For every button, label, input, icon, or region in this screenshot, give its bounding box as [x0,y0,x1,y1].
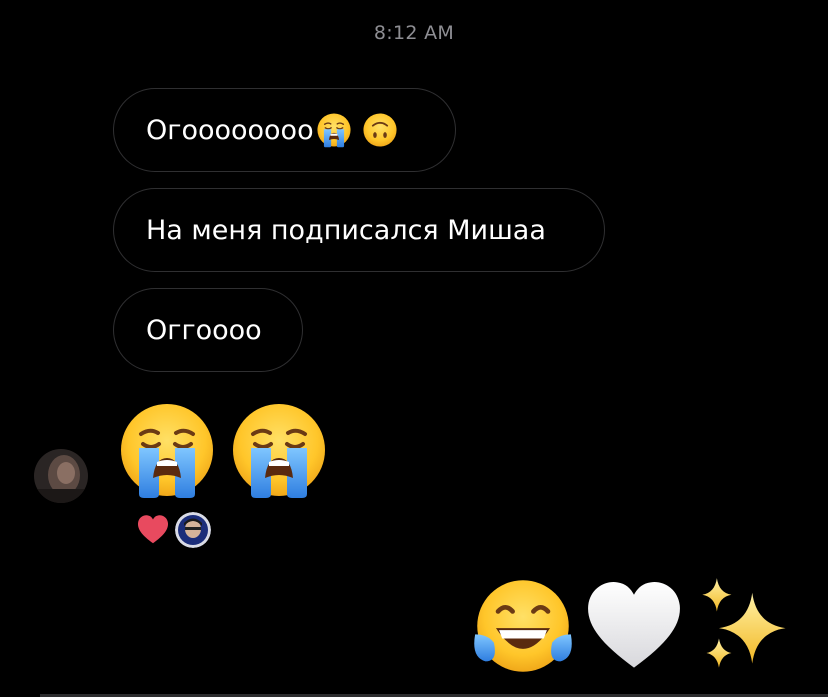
loudly-crying-face-icon[interactable] [229,400,329,500]
heart-reaction-icon[interactable] [135,512,171,546]
avatar-photo [34,449,88,503]
upside-down-face-icon [362,112,398,148]
message-text: Огоооооооо [146,114,314,146]
reactor-avatar[interactable] [175,512,211,548]
loudly-crying-face-icon [316,112,352,148]
message-text: Оггоооо [146,314,262,346]
sender-avatar[interactable] [34,449,88,503]
white-heart-icon[interactable] [582,574,686,678]
received-message-bubble[interactable]: Оггоооо [113,288,303,372]
loudly-crying-face-icon[interactable] [117,400,217,500]
sparkles-icon[interactable] [694,574,798,678]
received-message-bubble[interactable]: На меня подписался Мишаа [113,188,605,272]
face-with-tears-of-joy-icon[interactable] [471,574,575,678]
received-message-bubble[interactable]: Огоооооооо [113,88,456,172]
reactor-avatar-photo [175,512,211,548]
message-timestamp: 8:12 AM [373,22,455,44]
message-text: На меня подписался Мишаа [146,214,546,246]
